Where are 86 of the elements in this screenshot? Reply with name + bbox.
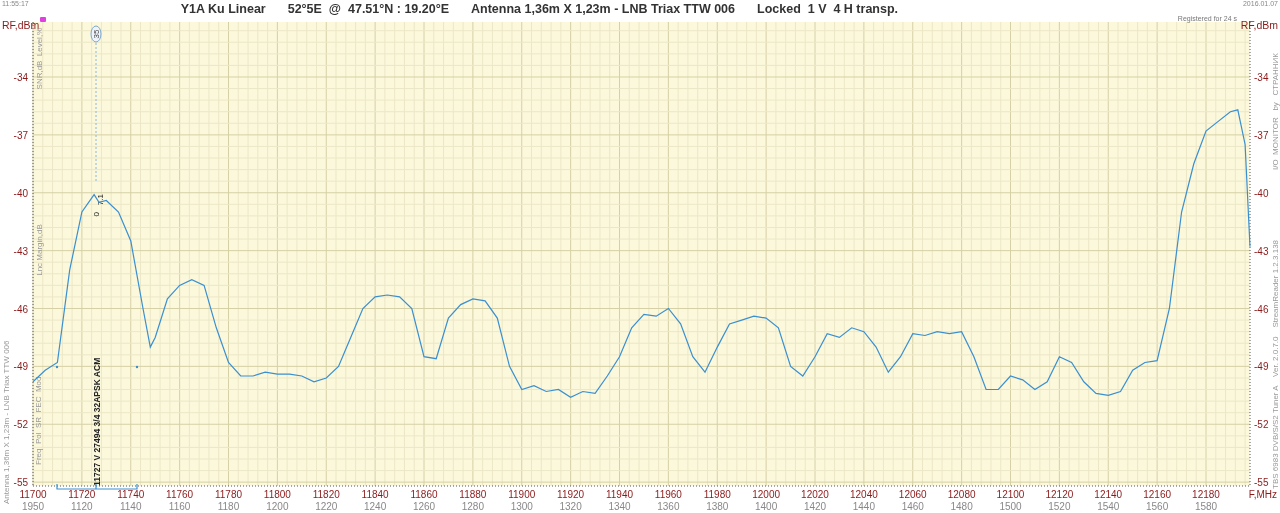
x-tick-label: 11880 — [459, 489, 487, 500]
x-tick-label: 12060 — [898, 489, 927, 500]
if-tick-label: 1260 — [412, 501, 436, 512]
y-axis-label: RF,dBm — [1240, 19, 1278, 31]
x-axis-label: F,MHz — [1248, 489, 1277, 500]
if-tick-label: 1140 — [120, 501, 142, 512]
x-tick-label: 12040 — [850, 489, 878, 500]
if-tick-label: 1560 — [1146, 501, 1169, 512]
y-tick-label: -37 — [13, 129, 28, 141]
marker-badge — [90, 25, 102, 43]
y-tick-label: -46 — [13, 303, 28, 315]
x-tick-label: 11780 — [214, 489, 243, 500]
if-tick-label: 1300 — [510, 501, 533, 512]
y-tick-label: -49 — [13, 361, 28, 373]
scale-label: Lnc Margin,dB — [35, 224, 44, 276]
y-tick-label: -52 — [1254, 419, 1269, 431]
title-text: Antenna 1,36m X 1,23m - LNB Triax TTW 006 — [471, 2, 735, 16]
x-tick-label: 12080 — [947, 489, 976, 500]
y-tick-label: -55 — [13, 477, 28, 489]
scale-label: SNR,dB — [35, 60, 44, 90]
reading-label: 0 — [92, 212, 101, 217]
if-tick-label: 1400 — [755, 501, 778, 512]
x-tick-label: 11940 — [605, 489, 634, 500]
small-icon[interactable] — [40, 17, 46, 22]
if-tick-label: 1480 — [950, 501, 973, 512]
title-text: Locked 1 V 4 H transp. — [757, 2, 899, 16]
if-tick-label: 1280 — [461, 501, 484, 512]
x-tick-label: 11740 — [117, 489, 145, 500]
if-tick-label: 1200 — [266, 501, 289, 512]
if-tick-label: 1220 — [315, 501, 338, 512]
y-tick-label: -37 — [1254, 129, 1269, 141]
title-text: 52°5E @ 47.51°N : 19.20°E — [287, 2, 450, 16]
y-tick-label: -52 — [13, 419, 28, 431]
y-tick-label: -40 — [1254, 187, 1269, 199]
if-tick-label: 1160 — [168, 501, 191, 512]
x-tick-label: 11960 — [654, 489, 682, 500]
transponder-label: 11727 V 27494 3/4 32APSK ACM — [92, 357, 102, 486]
x-tick-label: 12020 — [801, 489, 829, 500]
y-tick-label: -43 — [13, 245, 28, 257]
x-tick-label: 11720 — [68, 489, 96, 500]
title-text: Y1A Ku Linear — [180, 2, 266, 16]
x-tick-label: 11900 — [508, 489, 536, 500]
if-tick-label: 1380 — [706, 501, 729, 512]
info-fields-label: Freq Pol SR FEC Mod — [34, 376, 43, 465]
if-tick-label: 1520 — [1048, 501, 1071, 512]
if-tick-label: 1420 — [803, 501, 827, 512]
if-tick-label: 1180 — [217, 501, 240, 512]
if-tick-label: 1320 — [559, 501, 582, 512]
x-tick-label: 11920 — [557, 489, 585, 500]
x-tick-label: 11840 — [361, 489, 389, 500]
edge-dot — [135, 365, 139, 369]
if-tick-label: 1340 — [608, 501, 631, 512]
if-tick-label: 1120 — [71, 501, 93, 512]
if-tick-label: 1460 — [901, 501, 924, 512]
x-tick-label: 11860 — [410, 489, 438, 500]
y-tick-label: -34 — [1254, 72, 1269, 83]
x-tick-label: 11760 — [166, 489, 194, 500]
marker-number: 35 — [92, 29, 101, 39]
x-tick-label: 11820 — [312, 489, 340, 500]
if-tick-label: 1240 — [364, 501, 387, 512]
if-tick-label: 1950 — [21, 501, 45, 512]
edge-dot — [55, 365, 59, 369]
x-tick-label: 12160 — [1143, 489, 1172, 500]
x-tick-label: 11800 — [263, 489, 291, 500]
x-tick-label: 12180 — [1192, 489, 1220, 500]
y-axis-label: RF,dBm — [2, 19, 40, 31]
if-tick-label: 1540 — [1097, 501, 1120, 512]
x-tick-label: 12100 — [996, 489, 1025, 500]
y-tick-label: -40 — [13, 187, 28, 199]
x-tick-label: 11980 — [703, 489, 731, 500]
x-tick-label: 12120 — [1045, 489, 1074, 500]
if-tick-label: 1440 — [852, 501, 875, 512]
if-tick-label: 1580 — [1194, 501, 1218, 512]
y-tick-label: -49 — [1254, 361, 1269, 373]
device-label: TBS 6983 DVB/S/S2 Tuner A Ver. 2.0.7.0 StreamReader 1.2.3.138 — [1271, 239, 1280, 489]
x-tick-label: 11700 — [19, 489, 47, 500]
y-tick-label: -46 — [1254, 303, 1269, 315]
x-tick-label: 12140 — [1094, 489, 1123, 500]
y-tick-label: -55 — [1254, 477, 1269, 489]
x-tick-label: 12000 — [752, 489, 781, 500]
y-tick-label: -43 — [1254, 245, 1269, 257]
if-tick-label: 1360 — [657, 501, 680, 512]
y-tick-label: -34 — [13, 72, 28, 83]
antenna-label: Antenna 1,36m X 1,23m - LNB Triax TTW 006 — [2, 340, 11, 504]
brand-label: I/O MONITOR by СТРАННИК — [1271, 52, 1280, 170]
if-tick-label: 1500 — [999, 501, 1022, 512]
